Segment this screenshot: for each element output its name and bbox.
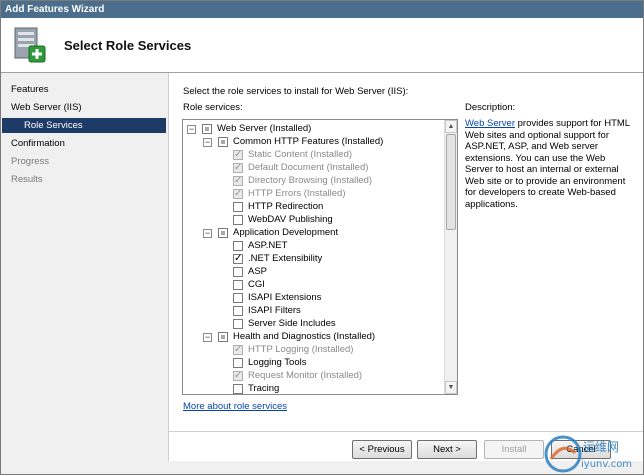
install-button: Install	[484, 440, 544, 459]
checkbox: ✓	[233, 175, 243, 186]
description-title: Description:	[465, 102, 516, 113]
scroll-down-icon[interactable]: ▼	[445, 381, 457, 394]
checkbox[interactable]	[233, 319, 243, 329]
main-pane: Select the role services to install for …	[168, 73, 643, 461]
more-about-role-services-link[interactable]: More about role services	[183, 401, 287, 412]
watermark-cn: 运维网	[583, 440, 619, 454]
tree-label: HTTP Errors (Installed)	[248, 188, 346, 199]
tree-label: Directory Browsing (Installed)	[248, 175, 373, 186]
checkbox[interactable]	[233, 280, 243, 290]
nav-item-web-server[interactable]: Web Server (IIS)	[11, 102, 82, 113]
collapse-icon[interactable]: −	[203, 138, 212, 147]
tree-label: ASP.NET	[248, 240, 288, 251]
checkbox[interactable]	[233, 241, 243, 251]
scroll-thumb[interactable]	[446, 134, 456, 230]
checkbox[interactable]	[233, 267, 243, 277]
checkbox[interactable]	[233, 358, 243, 368]
role-services-tree[interactable]: − Web Server (Installed) − Common HTTP F…	[182, 119, 458, 395]
nav-item-role-services[interactable]: Role Services	[2, 118, 166, 133]
description-body: Web Server provides support for HTML Web…	[465, 118, 635, 210]
checkbox: ✓	[233, 149, 243, 160]
tree-label: HTTP Logging (Installed)	[248, 344, 354, 355]
wizard-header: Select Role Services	[1, 18, 643, 73]
watermark-url: iyunv.com	[581, 459, 632, 470]
checkbox: ✓	[233, 344, 243, 355]
checkbox[interactable]	[202, 124, 212, 134]
description-text: provides support for HTML Web sites and …	[465, 118, 630, 210]
nav-item-confirmation[interactable]: Confirmation	[11, 138, 65, 149]
tree-label: Request Monitor (Installed)	[248, 370, 363, 381]
tree-label: Common HTTP Features (Installed)	[233, 136, 384, 147]
role-services-label: Role services:	[183, 102, 243, 113]
window-titlebar: Add Features Wizard	[1, 1, 643, 18]
collapse-icon[interactable]: −	[203, 333, 212, 342]
tree-label: Default Document (Installed)	[248, 162, 369, 173]
checkbox[interactable]: ✓	[233, 254, 243, 264]
tree-label: Tracing	[248, 383, 280, 394]
tree-label: HTTP Redirection	[248, 201, 324, 212]
tree-label: WebDAV Publishing	[248, 214, 333, 225]
watermark-logo: 运维网 iyunv.com	[544, 435, 632, 473]
web-server-link[interactable]: Web Server	[465, 118, 515, 129]
tree-label: Web Server (Installed)	[217, 123, 312, 134]
checkbox[interactable]	[233, 215, 243, 225]
collapse-icon[interactable]: −	[203, 229, 212, 238]
tree-label: Health and Diagnostics (Installed)	[233, 331, 376, 342]
page-title: Select Role Services	[64, 38, 192, 53]
checkbox[interactable]	[233, 293, 243, 303]
checkbox[interactable]	[218, 228, 228, 238]
tree-label: CGI	[248, 279, 265, 290]
checkbox[interactable]	[233, 306, 243, 316]
tree-label: ASP	[248, 266, 268, 277]
checkbox: ✓	[233, 162, 243, 173]
wizard-window: Add Features Wizard Select Role Services…	[0, 0, 644, 475]
next-button[interactable]: Next >	[417, 440, 477, 459]
checkbox[interactable]	[218, 137, 228, 147]
checkbox[interactable]	[233, 384, 243, 394]
tree-label: Static Content (Installed)	[248, 149, 353, 160]
tree-label: .NET Extensibility	[248, 253, 323, 264]
checkbox[interactable]	[218, 332, 228, 342]
nav-item-features[interactable]: Features	[11, 84, 49, 95]
tree-label: Server Side Includes	[248, 318, 336, 329]
tree-label: Application Development	[233, 227, 339, 238]
scroll-up-icon[interactable]: ▲	[445, 120, 457, 133]
tree-label: ISAPI Extensions	[248, 292, 322, 303]
collapse-icon[interactable]: −	[187, 125, 196, 134]
tree-scrollbar[interactable]: ▲ ▼	[444, 120, 457, 394]
add-features-icon	[14, 27, 46, 63]
checkbox: ✓	[233, 370, 243, 381]
checkbox[interactable]	[233, 202, 243, 212]
wizard-steps-pane: Features Web Server (IIS) Role Services …	[1, 73, 168, 461]
tree-label: ISAPI Filters	[248, 305, 301, 316]
nav-item-results: Results	[11, 174, 43, 185]
previous-button[interactable]: < Previous	[352, 440, 412, 459]
tree-label: Logging Tools	[248, 357, 307, 368]
nav-item-progress: Progress	[11, 156, 50, 167]
instruction-text: Select the role services to install for …	[183, 86, 409, 97]
checkbox: ✓	[233, 188, 243, 199]
